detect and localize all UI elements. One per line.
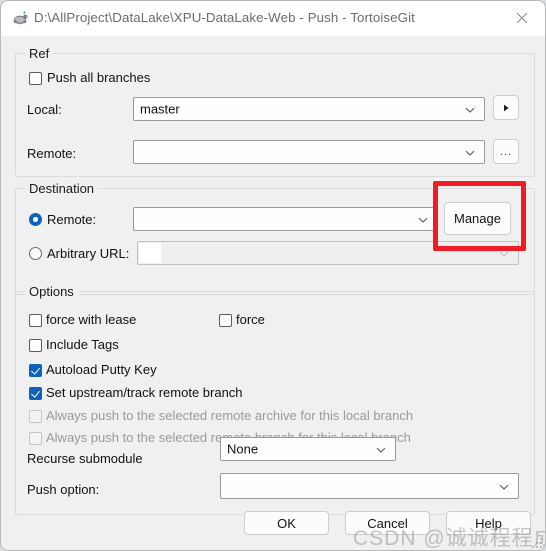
push-option-label: Push option: <box>27 482 100 497</box>
local-branch-picker-button[interactable] <box>493 95 519 120</box>
chevron-down-icon <box>464 103 476 115</box>
manage-button-label: Manage <box>454 211 501 226</box>
local-label: Local: <box>27 102 62 117</box>
recurse-submodule-combobox[interactable]: None <box>220 437 396 461</box>
always-push-remote-archive-label: Always push to the selected remote archi… <box>46 408 414 423</box>
chevron-down-icon <box>375 443 387 455</box>
push-dialog: D:\AllProject\DataLake\XPU-DataLake-Web … <box>0 0 546 551</box>
force-with-lease-checkbox[interactable] <box>29 314 42 327</box>
chevron-down-icon <box>464 146 476 158</box>
local-branch-value: master <box>140 101 180 117</box>
manage-remotes-button[interactable]: Manage <box>444 202 511 235</box>
always-push-remote-archive-checkbox[interactable] <box>29 410 42 423</box>
always-push-remote-branch-checkbox[interactable] <box>29 432 42 445</box>
destination-remote-radio[interactable] <box>29 213 42 226</box>
window-title: D:\AllProject\DataLake\XPU-DataLake-Web … <box>34 10 415 25</box>
play-triangle-icon <box>504 104 509 111</box>
ok-button[interactable]: OK <box>244 511 329 535</box>
destination-remote-combobox[interactable] <box>133 207 438 231</box>
destination-group-title: Destination <box>25 181 99 196</box>
destination-arbitrary-url-radio[interactable] <box>29 247 42 260</box>
chevron-down-icon <box>417 213 429 225</box>
set-upstream-label: Set upstream/track remote branch <box>46 385 243 400</box>
destination-arbitrary-url-combobox[interactable] <box>137 241 519 265</box>
chevron-down-icon <box>498 247 510 259</box>
destination-arbitrary-url-label: Arbitrary URL: <box>47 246 130 261</box>
arbitrary-url-input-stub <box>139 243 161 263</box>
close-icon[interactable] <box>499 1 545 35</box>
autoload-putty-key-label: Autoload Putty Key <box>46 362 157 377</box>
ref-remote-label: Remote: <box>27 146 77 161</box>
set-upstream-checkbox[interactable] <box>29 387 42 400</box>
include-tags-checkbox[interactable] <box>29 339 42 352</box>
force-checkbox[interactable] <box>219 314 232 327</box>
ok-button-label: OK <box>277 515 296 531</box>
recurse-submodule-value: None <box>227 441 259 457</box>
autoload-putty-key-checkbox[interactable] <box>29 364 42 377</box>
force-label: force <box>236 312 265 327</box>
force-with-lease-label: force with lease <box>46 312 137 327</box>
chevron-down-icon <box>498 480 510 492</box>
ellipsis-icon: ... <box>499 145 513 158</box>
csdn-watermark: CSDN @诚诚程程成 <box>353 527 546 550</box>
tortoisegit-turtle-icon <box>11 9 29 27</box>
destination-remote-label: Remote: <box>47 212 97 227</box>
options-group-title: Options <box>25 284 78 299</box>
recurse-submodule-label: Recurse submodule <box>27 451 143 466</box>
ref-remote-combobox[interactable] <box>133 140 485 164</box>
local-branch-combobox[interactable]: master <box>133 97 485 121</box>
ref-group-title: Ref <box>25 46 54 61</box>
dialog-client-area: Ref Push all branches Local: master Remo… <box>1 36 545 550</box>
push-option-combobox[interactable] <box>220 473 519 499</box>
title-bar: D:\AllProject\DataLake\XPU-DataLake-Web … <box>1 1 545 36</box>
ref-remote-browse-button[interactable]: ... <box>493 139 519 164</box>
push-all-branches-label: Push all branches <box>47 70 151 85</box>
push-all-branches-checkbox[interactable] <box>29 72 42 85</box>
include-tags-label: Include Tags <box>46 337 119 352</box>
